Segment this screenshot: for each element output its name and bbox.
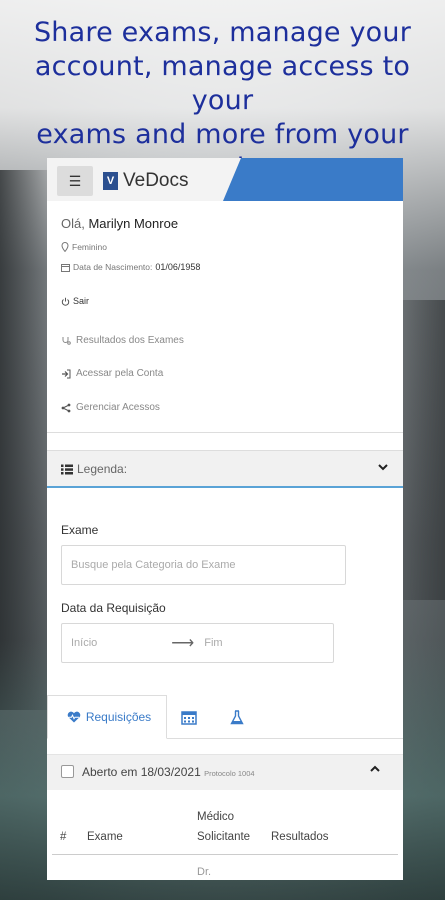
date-range-input[interactable]: Início ⟶ Fim xyxy=(61,623,334,663)
date-start-placeholder: Início xyxy=(71,637,98,649)
flask-icon xyxy=(230,709,244,724)
legend-title: Legenda: xyxy=(61,462,127,476)
app-header: ☰ V VeDocs xyxy=(47,158,403,201)
exam-label: Exame xyxy=(61,523,99,537)
heartbeat-icon xyxy=(67,711,81,723)
col-exam: Exame xyxy=(87,831,123,843)
col-doctor-line2: Solicitante xyxy=(197,831,251,843)
nav-manage-access-label: Gerenciar Acessos xyxy=(76,402,160,413)
list-icon xyxy=(61,464,73,474)
headline-line-3: exams and more from your xyxy=(36,119,409,150)
location-pin-icon xyxy=(61,242,69,252)
headline-line-1: Share exams, manage your xyxy=(33,17,412,48)
sign-in-icon xyxy=(62,369,71,378)
greeting-prefix: Olá, xyxy=(61,216,85,231)
col-number: # xyxy=(60,831,67,843)
table-header-divider xyxy=(52,854,398,855)
tab-requisicoes-label: Requisições xyxy=(85,710,152,724)
tab-lab[interactable] xyxy=(225,695,249,739)
logout-label: Sair xyxy=(73,296,90,306)
date-end-placeholder: Fim xyxy=(204,637,223,649)
user-name: Marilyn Monroe xyxy=(88,216,179,231)
stethoscope-icon xyxy=(62,336,71,345)
gender-row: Feminino xyxy=(61,242,107,252)
menu-button[interactable]: ☰ xyxy=(57,166,93,196)
birthdate-value: 01/06/1958 xyxy=(155,262,201,272)
request-item[interactable]: Aberto em 18/03/2021 Protocolo 1004 xyxy=(47,754,403,790)
nav-manage-access[interactable]: Gerenciar Acessos xyxy=(61,402,160,413)
arrow-right-icon: ⟶ xyxy=(171,635,195,652)
hamburger-icon: ☰ xyxy=(68,172,82,189)
logout-link[interactable]: Sair xyxy=(61,296,89,306)
request-label: Aberto em 18/03/2021 xyxy=(82,765,201,779)
request-protocol: Protocolo 1004 xyxy=(204,769,255,778)
exam-search-input[interactable]: Busque pela Categoria do Exame xyxy=(61,545,346,585)
exam-search-placeholder: Busque pela Categoria do Exame xyxy=(71,559,236,571)
nav-results[interactable]: Resultados dos Exames xyxy=(61,335,184,346)
tab-bar: Requisições xyxy=(47,695,403,739)
calendar-icon xyxy=(181,710,197,725)
headline-line-2: account, manage access to your xyxy=(34,51,411,116)
nav-results-label: Resultados dos Exames xyxy=(76,335,184,346)
birthdate-row: Data de Nascimento: 01/06/1958 xyxy=(61,262,200,272)
nav-access-account[interactable]: Acessar pela Conta xyxy=(61,368,163,379)
calendar-small-icon xyxy=(61,263,70,272)
tab-requisicoes[interactable]: Requisições xyxy=(47,695,167,739)
logo-text: VeDocs xyxy=(123,170,189,191)
legend-accordion[interactable]: Legenda: xyxy=(47,450,403,488)
chevron-up-icon[interactable] xyxy=(369,762,381,778)
share-icon xyxy=(61,403,71,412)
nav-access-account-label: Acessar pela Conta xyxy=(76,368,164,379)
legend-label: Legenda: xyxy=(77,462,128,476)
table-cell-doctor: Dr. xyxy=(197,866,212,878)
app-logo: V VeDocs xyxy=(103,170,188,192)
gender-value: Feminino xyxy=(72,242,107,252)
user-greeting: Olá, Marilyn Monroe xyxy=(61,216,178,231)
header-accent xyxy=(223,158,403,201)
col-results: Resultados xyxy=(271,831,329,843)
col-doctor-line1: Médico xyxy=(197,811,235,823)
logo-mark-icon: V xyxy=(103,172,118,190)
date-label: Data da Requisição xyxy=(61,601,166,615)
birthdate-label: Data de Nascimento: xyxy=(73,262,153,272)
request-title: Aberto em 18/03/2021 Protocolo 1004 xyxy=(82,765,255,779)
divider xyxy=(47,432,403,433)
app-screen: ☰ V VeDocs Olá, Marilyn Monroe Feminino … xyxy=(47,158,403,880)
request-checkbox[interactable] xyxy=(61,765,74,778)
power-icon xyxy=(61,297,70,306)
tab-calendar[interactable] xyxy=(177,695,201,739)
chevron-down-icon xyxy=(377,460,389,476)
